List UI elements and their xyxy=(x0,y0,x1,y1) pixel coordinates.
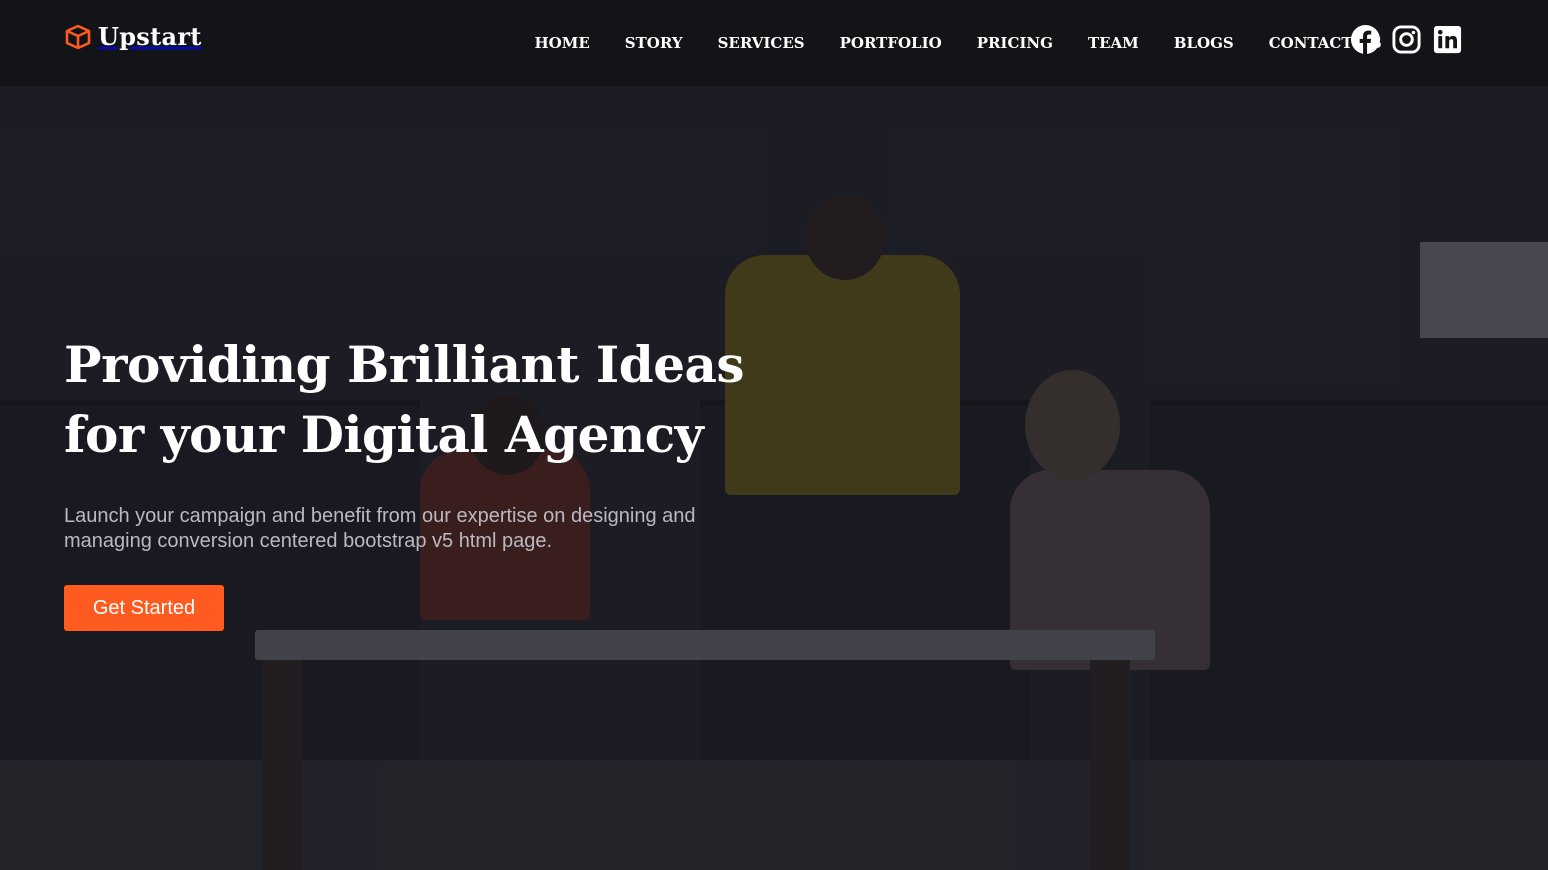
navbar: Upstart HOME STORY SERVICES PORTFOLIO PR… xyxy=(0,0,1548,86)
brand-name: Upstart xyxy=(98,22,202,51)
facebook-link[interactable] xyxy=(1350,24,1381,55)
linkedin-link[interactable] xyxy=(1432,24,1463,55)
hero-content: Providing Brilliant Ideas for your Digit… xyxy=(64,330,824,554)
nav-team[interactable]: TEAM xyxy=(1088,34,1139,52)
brand-link[interactable]: Upstart xyxy=(64,22,202,51)
hero-subtitle: Launch your campaign and benefit from ou… xyxy=(64,505,696,552)
linkedin-icon xyxy=(1433,25,1462,54)
hero-title-line-2: for your Digital Agency xyxy=(64,405,704,464)
hero-title: Providing Brilliant Ideas for your Digit… xyxy=(64,330,824,470)
hero-title-line-1: Providing Brilliant Ideas xyxy=(64,335,745,394)
nav-portfolio[interactable]: PORTFOLIO xyxy=(840,34,942,52)
nav-story[interactable]: STORY xyxy=(625,34,683,52)
nav-services[interactable]: SERVICES xyxy=(718,34,805,52)
facebook-icon xyxy=(1350,24,1381,55)
social-links xyxy=(1350,24,1463,55)
main-nav: HOME STORY SERVICES PORTFOLIO PRICING TE… xyxy=(517,34,1399,52)
nav-home[interactable]: HOME xyxy=(535,34,590,52)
instagram-icon xyxy=(1392,25,1421,54)
get-started-button[interactable]: Get Started xyxy=(64,585,224,631)
cube-logo-icon xyxy=(65,24,91,49)
instagram-link[interactable] xyxy=(1391,24,1422,55)
nav-pricing[interactable]: PRICING xyxy=(977,34,1053,52)
nav-blogs[interactable]: BLOGS xyxy=(1174,34,1234,52)
